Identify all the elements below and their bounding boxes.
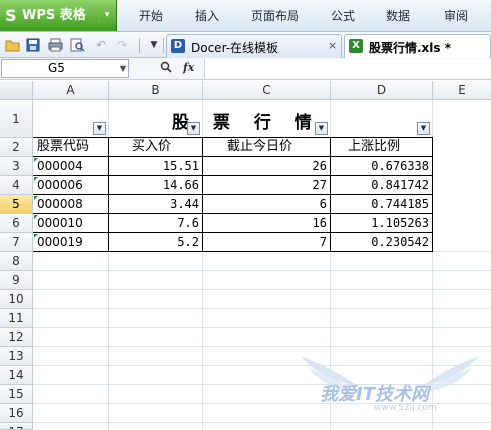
- toolbar-divider: [139, 38, 140, 53]
- gridline: [33, 422, 491, 423]
- table-cell[interactable]: 3.44: [109, 195, 202, 213]
- row-header-3[interactable]: 3: [0, 157, 33, 176]
- row-header-5-selected[interactable]: 5: [0, 195, 33, 214]
- formula-input[interactable]: [204, 59, 491, 78]
- table-cell[interactable]: 15.51: [109, 157, 202, 175]
- tab-stock-quotes-xls[interactable]: X 股票行情.xls *: [344, 34, 491, 59]
- watermark: 我爱IT技术网 www.52ij.com: [290, 352, 490, 422]
- column-header-c[interactable]: C: [203, 81, 331, 100]
- table-cell[interactable]: 000008: [34, 195, 108, 213]
- tab-formulas[interactable]: 公式: [331, 0, 355, 31]
- column-header-d[interactable]: D: [331, 81, 433, 100]
- table-cell[interactable]: 16: [203, 214, 330, 232]
- tab-docer-templates[interactable]: D Docer-在线模板 ×: [166, 34, 342, 58]
- filter-dropdown-icon[interactable]: ▼: [187, 122, 200, 135]
- table-cell[interactable]: 000004: [34, 157, 108, 175]
- app-menu-arrow-icon[interactable]: ▾: [99, 8, 114, 23]
- close-icon[interactable]: ×: [328, 39, 337, 52]
- table-cell[interactable]: 6: [203, 195, 330, 213]
- function-icon[interactable]: fx: [183, 61, 194, 74]
- table-cell[interactable]: 000019: [34, 233, 108, 251]
- table-border: [33, 251, 433, 252]
- gridline: [433, 251, 491, 252]
- name-box[interactable]: G5 ▼: [1, 59, 129, 78]
- tab-label: Docer-在线模板: [191, 41, 279, 55]
- quick-access-toolbar: ↶ ↷ ▼ D Docer-在线模板 × X 股票行情.xls *: [0, 32, 491, 59]
- zoom-search-icon[interactable]: [160, 61, 172, 76]
- gridline: [33, 308, 491, 309]
- table-cell[interactable]: 27: [203, 176, 330, 194]
- gridline: [33, 289, 491, 290]
- table-cell[interactable]: 0.230542: [331, 233, 432, 251]
- open-folder-icon[interactable]: [4, 37, 20, 53]
- filter-dropdown-icon[interactable]: ▼: [93, 122, 106, 135]
- chevron-down-icon[interactable]: ▼: [120, 60, 126, 77]
- table-cell[interactable]: 000006: [34, 176, 108, 194]
- header-stock-code[interactable]: 股票代码: [37, 138, 89, 156]
- header-rise-ratio[interactable]: 上涨比例: [348, 138, 400, 156]
- save-icon[interactable]: [25, 37, 41, 53]
- print-preview-icon[interactable]: [69, 37, 85, 53]
- wps-logo-icon: S: [5, 6, 17, 25]
- row-header-15[interactable]: 15: [0, 385, 33, 404]
- gridline: [33, 327, 491, 328]
- header-buy-price[interactable]: 买入价: [132, 138, 171, 156]
- customize-toolbar-icon[interactable]: ▼: [146, 37, 162, 53]
- app-name: WPS 表格: [22, 8, 86, 23]
- row-header-6[interactable]: 6: [0, 214, 33, 233]
- table-cell[interactable]: 0.676338: [331, 157, 432, 175]
- row-header-11[interactable]: 11: [0, 309, 33, 328]
- menu-bar: S WPS 表格 ▾ 开始 插入 页面布局 公式 数据 审阅: [0, 0, 491, 32]
- wps-app-button[interactable]: S WPS 表格 ▾: [0, 0, 117, 31]
- docer-icon: D: [171, 39, 185, 53]
- row-header-17[interactable]: 17: [0, 423, 33, 430]
- table-cell[interactable]: 14.66: [109, 176, 202, 194]
- column-header-b[interactable]: B: [109, 81, 203, 100]
- number-as-text-marker-icon: [34, 158, 38, 238]
- table-cell[interactable]: 0.744185: [331, 195, 432, 213]
- select-all-corner[interactable]: [0, 81, 33, 100]
- table-cell[interactable]: 7: [203, 233, 330, 251]
- column-header-e[interactable]: E: [433, 81, 491, 100]
- filter-dropdown-icon[interactable]: ▼: [417, 122, 430, 135]
- watermark-url: www.52ij.com: [374, 403, 437, 413]
- tab-home[interactable]: 开始: [139, 0, 163, 31]
- redo-icon[interactable]: ↷: [114, 37, 130, 53]
- row-header-13[interactable]: 13: [0, 347, 33, 366]
- spreadsheet-file-icon: X: [349, 39, 363, 53]
- toolbar-divider: [163, 38, 164, 53]
- row-header-10[interactable]: 10: [0, 290, 33, 309]
- row-header-16[interactable]: 16: [0, 404, 33, 423]
- row-header-1[interactable]: 1: [0, 100, 33, 138]
- row-header-14[interactable]: 14: [0, 366, 33, 385]
- table-cell[interactable]: 5.2: [109, 233, 202, 251]
- table-cell[interactable]: 26: [203, 157, 330, 175]
- row-header-7[interactable]: 7: [0, 233, 33, 252]
- tab-data[interactable]: 数据: [386, 0, 410, 31]
- header-current-price[interactable]: 截止今日价: [227, 138, 292, 156]
- tab-page-layout[interactable]: 页面布局: [251, 0, 299, 31]
- gridline: [33, 346, 491, 347]
- tab-label: 股票行情.xls *: [369, 41, 452, 55]
- filter-dropdown-icon[interactable]: ▼: [315, 122, 328, 135]
- table-border: [432, 137, 433, 252]
- row-header-9[interactable]: 9: [0, 271, 33, 290]
- tab-review[interactable]: 审阅: [444, 0, 468, 31]
- row-header-4[interactable]: 4: [0, 176, 33, 195]
- column-header-a[interactable]: A: [33, 81, 109, 100]
- row-header-8[interactable]: 8: [0, 252, 33, 271]
- row-header-12[interactable]: 12: [0, 328, 33, 347]
- table-cell[interactable]: 0.841742: [331, 176, 432, 194]
- table-cell[interactable]: 7.6: [109, 214, 202, 232]
- table-cell[interactable]: 000010: [34, 214, 108, 232]
- cell-reference: G5: [48, 61, 65, 75]
- tab-insert[interactable]: 插入: [195, 0, 219, 31]
- print-icon[interactable]: [47, 37, 63, 53]
- row-header-2[interactable]: 2: [0, 138, 33, 157]
- undo-icon[interactable]: ↶: [93, 37, 109, 53]
- gridline: [33, 270, 491, 271]
- formula-bar: G5 ▼ fx: [0, 58, 491, 80]
- table-cell[interactable]: 1.105263: [331, 214, 432, 232]
